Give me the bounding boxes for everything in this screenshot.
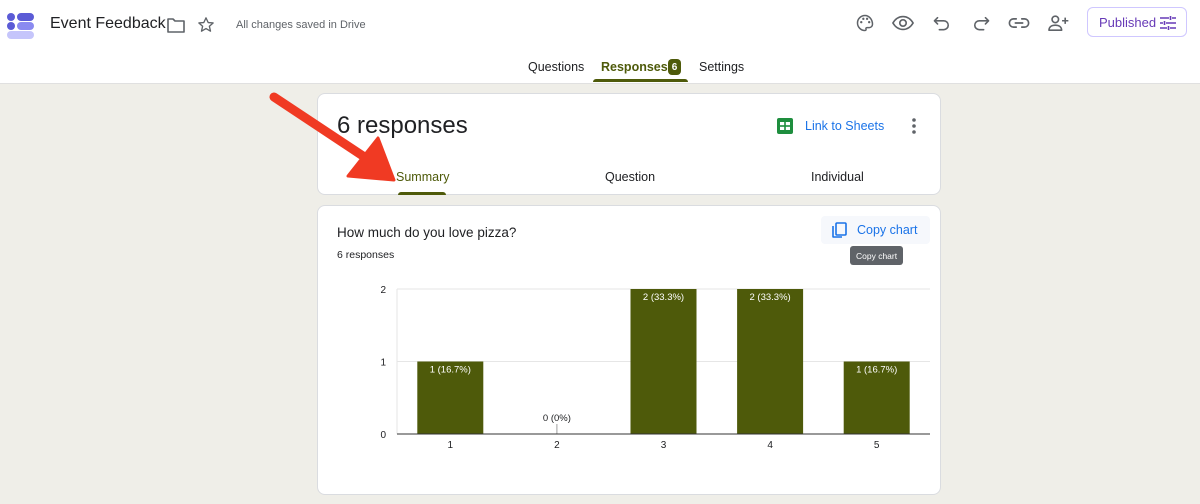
tab-settings[interactable]: Settings — [699, 60, 744, 74]
responses-count-badge: 6 — [668, 59, 681, 75]
copy-icon — [832, 222, 847, 238]
tab-individual[interactable]: Individual — [811, 170, 864, 184]
top-bar: Event Feedback All changes saved in Driv… — [0, 0, 1200, 84]
sheets-icon — [777, 118, 793, 134]
y-tick-label: 2 — [380, 285, 386, 296]
responses-summary-card: 6 responses Link to Sheets Summary Quest… — [317, 93, 941, 195]
copy-chart-button[interactable]: Copy chart — [821, 216, 930, 244]
link-to-sheets-button[interactable]: Link to Sheets — [777, 116, 884, 136]
folder-icon[interactable] — [166, 15, 186, 35]
copy-chart-tooltip: Copy chart — [850, 246, 904, 265]
bar-value-label: 0 (0%) — [543, 413, 571, 424]
y-tick-label: 0 — [380, 430, 386, 441]
y-tick-label: 1 — [380, 358, 386, 369]
more-vert-icon[interactable] — [906, 116, 922, 136]
x-tick-label: 4 — [767, 440, 773, 451]
link-icon[interactable] — [1007, 11, 1031, 35]
published-button[interactable]: Published — [1087, 7, 1187, 37]
save-status: All changes saved in Drive — [236, 19, 366, 31]
star-icon[interactable] — [195, 14, 217, 36]
copy-chart-label: Copy chart — [857, 223, 918, 237]
forms-logo-icon[interactable] — [6, 10, 36, 40]
redo-icon[interactable] — [969, 11, 993, 35]
bar-value-label: 2 (33.3%) — [643, 292, 684, 303]
tab-question[interactable]: Question — [605, 170, 655, 184]
bar-chart: 0 1 2 1 (16.7%) 1 0 (0%) 2 2 (33.3%) 3 2 (33.3%) 4… — [380, 285, 930, 451]
eye-icon[interactable] — [891, 11, 915, 35]
summary-tab-indicator — [398, 192, 446, 195]
question-chart-card: 0 1 2 1 (16.7%) 1 0 (0%) 2 2 (33.3%) 3 2 (33.3%) 4… — [317, 205, 941, 495]
bar — [737, 289, 804, 434]
active-tab-indicator — [593, 79, 688, 82]
add-person-icon[interactable] — [1046, 11, 1070, 35]
bar-value-label: 1 (16.7%) — [430, 365, 471, 376]
x-tick-label: 3 — [661, 440, 667, 451]
red-arrow-annotation — [269, 92, 396, 182]
undo-icon[interactable] — [930, 11, 954, 35]
tune-icon — [1160, 16, 1176, 30]
bar — [630, 289, 697, 434]
bar-value-label: 2 (33.3%) — [750, 292, 791, 303]
palette-icon[interactable] — [853, 11, 877, 35]
x-tick-label: 5 — [874, 440, 880, 451]
published-label: Published — [1099, 14, 1157, 30]
x-tick-label: 2 — [554, 440, 560, 451]
bar-value-label: 1 (16.7%) — [856, 365, 897, 376]
question-title: How much do you love pizza? — [337, 225, 517, 240]
x-tick-label: 1 — [448, 440, 454, 451]
tab-questions[interactable]: Questions — [528, 60, 584, 74]
document-title[interactable]: Event Feedback — [50, 15, 166, 33]
question-response-count: 6 responses — [337, 249, 395, 261]
tab-responses[interactable]: Responses — [601, 60, 668, 74]
link-to-sheets-label: Link to Sheets — [805, 119, 885, 133]
